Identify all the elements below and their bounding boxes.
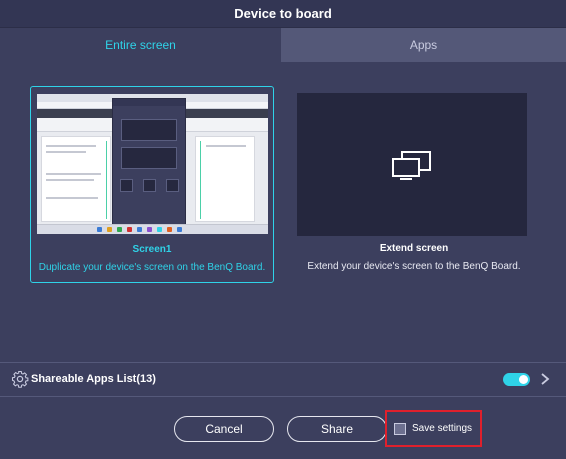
screen1-thumbnail xyxy=(37,94,268,234)
thumbnail-document-page-2 xyxy=(195,136,255,222)
tab-apps[interactable]: Apps xyxy=(281,28,566,62)
thumbnail-taskbar xyxy=(37,224,268,234)
save-settings-checkbox[interactable] xyxy=(394,423,406,435)
extend-screen-description: Extend your device's screen to the BenQ … xyxy=(307,261,521,272)
cancel-button[interactable]: Cancel xyxy=(174,416,274,442)
extend-screen-title: Extend screen xyxy=(379,243,449,254)
shareable-apps-label: Shareable Apps List(13) xyxy=(31,373,156,385)
toggle-knob xyxy=(519,375,528,384)
dialog-title: Device to board xyxy=(0,0,566,28)
screen1-card[interactable]: Screen1 Duplicate your device's screen o… xyxy=(30,86,274,283)
shareable-apps-toggle[interactable] xyxy=(503,373,530,386)
tab-entire-screen[interactable]: Entire screen xyxy=(0,28,281,62)
thumbnail-document-page xyxy=(41,136,111,222)
chevron-right-icon[interactable] xyxy=(539,372,551,386)
save-settings-label[interactable]: Save settings xyxy=(412,423,472,434)
tab-bar: Entire screen Apps xyxy=(0,28,566,62)
shareable-apps-row[interactable]: Shareable Apps List(13) xyxy=(0,363,566,396)
thumbnail-dialog-preview xyxy=(112,98,186,230)
device-to-board-dialog: Device to board Entire screen Apps Scree… xyxy=(0,0,566,459)
extend-screen-thumbnail xyxy=(297,93,527,236)
screen1-description: Duplicate your device's screen on the Be… xyxy=(38,262,266,273)
gear-icon[interactable] xyxy=(11,370,29,388)
extend-screen-card[interactable]: Extend screen Extend your device's scree… xyxy=(296,86,532,283)
share-button[interactable]: Share xyxy=(287,416,387,442)
screen1-title: Screen1 xyxy=(132,244,172,255)
divider-bottom xyxy=(0,396,566,397)
save-settings-highlight: Save settings xyxy=(385,410,482,447)
extend-screen-icon xyxy=(392,150,431,180)
